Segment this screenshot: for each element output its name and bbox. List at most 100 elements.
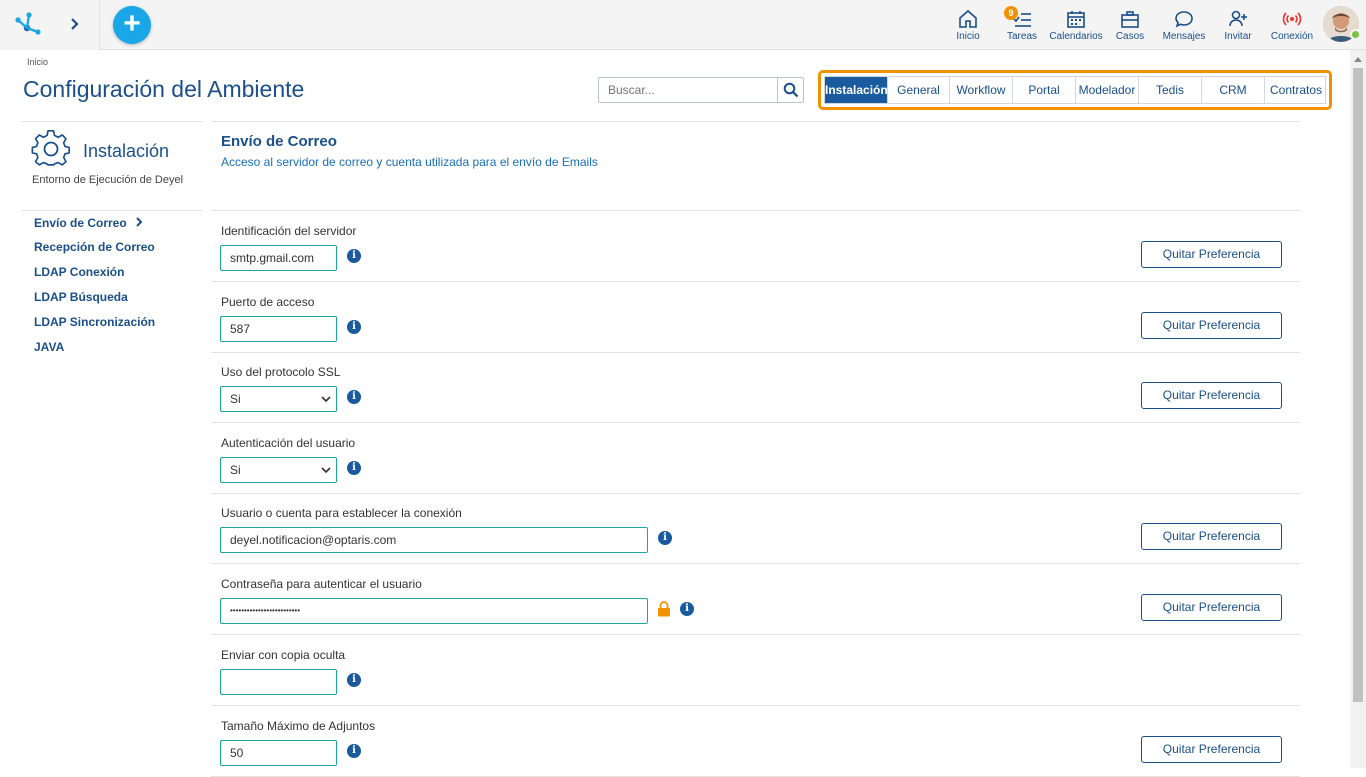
info-icon[interactable]: i xyxy=(347,744,361,758)
ssl-select[interactable]: Si xyxy=(220,386,337,412)
sidebar-header: Instalación Entorno de Ejecución de Deye… xyxy=(22,121,202,211)
setting-label: Usuario o cuenta para establecer la cone… xyxy=(221,506,462,520)
nav-mensajes-label: Mensajes xyxy=(1162,31,1206,42)
auth-select[interactable]: Si xyxy=(220,457,337,483)
port-input[interactable]: 587 xyxy=(220,316,337,342)
nav-mensajes[interactable]: Mensajes xyxy=(1154,6,1214,46)
quit-preference-button[interactable]: Quitar Preferencia xyxy=(1141,736,1282,763)
setting-row-usuario: Usuario o cuenta para establecer la cone… xyxy=(211,493,1300,564)
quit-preference-button[interactable]: Quitar Preferencia xyxy=(1141,594,1282,621)
setting-label: Identificación del servidor xyxy=(221,224,357,238)
sidebar-item-ldap-sincronizacion[interactable]: LDAP Sincronización xyxy=(34,315,155,329)
search-input[interactable] xyxy=(599,78,778,102)
top-bar: + Inicio 9 Tareas Calendarios Casos Mens… xyxy=(0,0,1366,50)
search-button[interactable] xyxy=(777,78,803,102)
server-input[interactable]: smtp.gmail.com xyxy=(220,245,337,271)
chevron-right-icon[interactable] xyxy=(68,14,82,34)
setting-row-contrasena: Contraseña para autenticar el usuario ••… xyxy=(211,564,1300,635)
tab-portal[interactable]: Portal xyxy=(1013,77,1076,103)
sidebar-item-label: Envío de Correo xyxy=(34,216,127,230)
search-box xyxy=(598,77,804,103)
page-title: Configuración del Ambiente xyxy=(23,76,305,102)
scrollbar[interactable] xyxy=(1350,50,1366,768)
info-icon[interactable]: i xyxy=(347,390,361,404)
nav-conexion[interactable]: Conexión xyxy=(1262,6,1322,46)
chevron-right-icon xyxy=(135,217,143,227)
auth-select-value: Si xyxy=(230,463,241,477)
info-icon[interactable]: i xyxy=(658,531,672,545)
tab-crm[interactable]: CRM xyxy=(1202,77,1265,103)
setting-row-ssl: Uso del protocolo SSL Si i Quitar Prefer… xyxy=(211,352,1300,423)
section-header: Envío de Correo Acceso al servidor de co… xyxy=(211,121,1300,211)
ssl-select-value: Si xyxy=(230,392,241,406)
setting-row-adjuntos: Tamaño Máximo de Adjuntos 50 i Quitar Pr… xyxy=(211,706,1300,777)
sidebar-title: Instalación xyxy=(83,141,170,161)
setting-label: Puerto de acceso xyxy=(221,295,315,309)
add-button[interactable]: + xyxy=(113,6,151,44)
info-icon[interactable]: i xyxy=(680,602,694,616)
info-icon[interactable]: i xyxy=(347,673,361,687)
nav-casos-label: Casos xyxy=(1115,31,1145,42)
nav-calendarios-label: Calendarios xyxy=(1049,31,1103,42)
chat-icon xyxy=(1175,11,1193,28)
setting-label: Contraseña para autenticar el usuario xyxy=(221,577,422,591)
tab-workflow[interactable]: Workflow xyxy=(950,77,1013,103)
chevron-down-icon xyxy=(321,396,331,403)
tab-contratos[interactable]: Contratos xyxy=(1265,77,1327,103)
nav-tareas[interactable]: 9 Tareas xyxy=(992,6,1052,46)
nav-invitar[interactable]: Invitar xyxy=(1208,6,1268,46)
lock-icon[interactable] xyxy=(657,601,671,617)
nav-inicio[interactable]: Inicio xyxy=(938,6,998,46)
info-icon[interactable]: i xyxy=(347,249,361,263)
quit-preference-button[interactable]: Quitar Preferencia xyxy=(1141,241,1282,268)
setting-label: Enviar con copia oculta xyxy=(221,648,346,662)
quit-preference-button[interactable]: Quitar Preferencia xyxy=(1141,312,1282,339)
home-icon xyxy=(959,9,977,28)
info-icon[interactable]: i xyxy=(347,461,361,475)
sidebar-item-ldap-conexion[interactable]: LDAP Conexión xyxy=(34,265,124,279)
tab-bar: Instalación General Workflow Portal Mode… xyxy=(824,76,1326,104)
nav-tareas-label: Tareas xyxy=(1006,31,1037,42)
sidebar-subtitle: Entorno de Ejecución de Deyel xyxy=(32,174,184,186)
nav-casos[interactable]: Casos xyxy=(1100,6,1160,46)
breadcrumb[interactable]: Inicio xyxy=(27,57,48,67)
gear-icon xyxy=(31,130,71,166)
setting-row-copia-oculta: Enviar con copia oculta i xyxy=(211,635,1300,706)
setting-label: Autenticación del usuario xyxy=(221,436,356,450)
section-description: Acceso al servidor de correo y cuenta ut… xyxy=(221,155,598,169)
setting-row-puerto: Puerto de acceso 587 i Quitar Preferenci… xyxy=(211,282,1300,353)
sidebar-item-java[interactable]: JAVA xyxy=(34,340,64,354)
quit-preference-button[interactable]: Quitar Preferencia xyxy=(1141,382,1282,409)
logo-area xyxy=(0,0,100,50)
tasks-badge: 9 xyxy=(1004,6,1018,20)
calendar-icon xyxy=(1067,11,1085,28)
quit-preference-button[interactable]: Quitar Preferencia xyxy=(1141,523,1282,550)
attachment-size-input[interactable]: 50 xyxy=(220,740,337,766)
info-icon[interactable]: i xyxy=(347,320,361,334)
tab-tedis[interactable]: Tedis xyxy=(1139,77,1202,103)
scroll-up-arrow-icon[interactable] xyxy=(1350,54,1366,64)
tab-modelador[interactable]: Modelador xyxy=(1076,77,1139,103)
deyel-logo-icon[interactable] xyxy=(12,10,44,40)
nav-conexion-label: Conexión xyxy=(1270,31,1314,42)
tab-instalacion[interactable]: Instalación xyxy=(825,77,888,103)
scrollbar-thumb[interactable] xyxy=(1353,68,1363,702)
sidebar-item-ldap-busqueda[interactable]: LDAP Búsqueda xyxy=(34,290,128,304)
chevron-down-icon xyxy=(321,467,331,474)
user-account-input[interactable]: deyel.notificacion@optaris.com xyxy=(220,527,648,553)
bcc-input[interactable] xyxy=(220,669,337,695)
setting-row-servidor: Identificación del servidor smtp.gmail.c… xyxy=(211,211,1300,282)
setting-label: Tamaño Máximo de Adjuntos xyxy=(221,719,376,733)
sidebar-item-envio-correo[interactable]: Envío de Correo xyxy=(34,216,145,230)
sidebar-item-recepcion-correo[interactable]: Recepción de Correo xyxy=(34,240,155,254)
nav-calendarios[interactable]: Calendarios xyxy=(1046,6,1106,46)
nav-invitar-label: Invitar xyxy=(1224,31,1252,42)
section-title: Envío de Correo xyxy=(221,133,337,150)
tabs-highlight: Instalación General Workflow Portal Mode… xyxy=(818,70,1332,110)
connection-icon xyxy=(1282,12,1302,26)
search-icon xyxy=(783,82,798,98)
tab-general[interactable]: General xyxy=(888,77,950,103)
invite-user-icon xyxy=(1229,10,1247,27)
password-input[interactable]: ••••••••••••••••••••••••• xyxy=(220,598,648,624)
nav-inicio-label: Inicio xyxy=(956,31,980,42)
